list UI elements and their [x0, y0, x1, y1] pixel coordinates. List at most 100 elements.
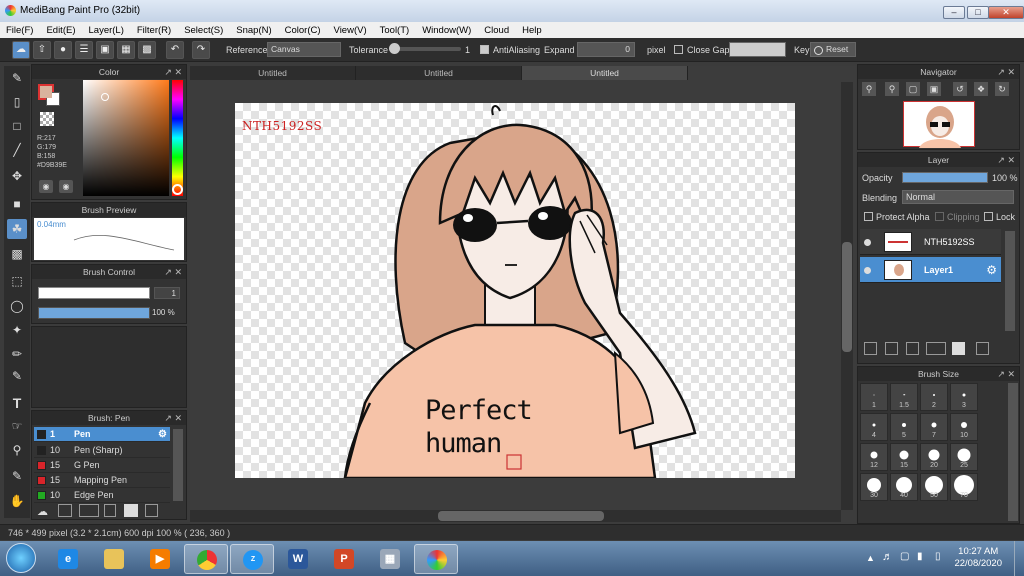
hue-slider-handle[interactable] — [172, 184, 183, 195]
brush-size-cell[interactable]: 50 — [920, 473, 948, 501]
cloud-icon[interactable]: ☁ — [12, 41, 30, 59]
lock-checkbox[interactable] — [984, 212, 993, 221]
hand-pen-tool-icon[interactable]: ✎ — [7, 466, 27, 486]
layer-row[interactable]: Layer1 ⚙ — [860, 257, 1001, 283]
bucket-tool-icon[interactable]: ☘ — [7, 219, 27, 239]
layer-row[interactable]: NTH5192SS — [860, 229, 1001, 255]
vertical-scroll-thumb[interactable] — [842, 242, 852, 352]
word-taskbar-button[interactable]: W — [276, 544, 320, 574]
gradient-tool-icon[interactable]: ▩ — [7, 244, 27, 264]
gear-icon[interactable]: ⚙ — [158, 427, 167, 442]
brush-size-value[interactable]: 1 — [154, 287, 180, 299]
protect-alpha-checkbox[interactable] — [864, 212, 873, 221]
grid-icon[interactable]: ▩ — [138, 41, 156, 59]
folder-icon[interactable] — [124, 504, 138, 517]
select-eraser-tool-icon[interactable]: ✎ — [7, 366, 27, 386]
panel-buttons[interactable]: ↗ ✕ — [997, 65, 1015, 79]
comment-icon[interactable]: ● — [54, 41, 72, 59]
zalo-taskbar-button[interactable]: Z — [230, 544, 274, 574]
reference-select[interactable]: Canvas — [267, 42, 341, 57]
hand-tool-icon[interactable]: ✋ — [7, 491, 27, 511]
brush-item[interactable]: 1 Pen ⚙ — [34, 427, 170, 442]
tray-app-icon[interactable]: ▢ — [900, 551, 909, 562]
fit-window-icon[interactable]: ▢ — [906, 82, 920, 96]
menu-layer[interactable]: Layer(L) — [89, 25, 124, 36]
palette-icon[interactable]: ◉ — [39, 180, 53, 193]
zoom-out-icon[interactable]: ⚲ — [885, 82, 899, 96]
share-icon[interactable]: ⇧ — [33, 41, 51, 59]
powerpoint-taskbar-button[interactable]: P — [322, 544, 366, 574]
move-tool-icon[interactable]: ✥ — [7, 166, 27, 186]
brush-size-cell[interactable]: 25 — [950, 443, 978, 471]
brush-size-scrollbar[interactable] — [1008, 383, 1018, 521]
brush-size-cell[interactable]: 70 — [950, 473, 978, 501]
magic-wand-tool-icon[interactable]: ✦ — [7, 320, 27, 340]
redo-icon[interactable]: ↷ — [192, 41, 210, 59]
rotate-right-icon[interactable]: ↻ — [995, 82, 1009, 96]
new-layer-icon[interactable] — [864, 342, 877, 355]
fill-icon[interactable]: ▦ — [117, 41, 135, 59]
operation-tool-icon[interactable]: ☞ — [7, 416, 27, 436]
visibility-eye-icon[interactable] — [864, 239, 871, 246]
medibang-taskbar-button[interactable] — [414, 544, 458, 574]
brush-size-cell[interactable]: 2 — [920, 383, 948, 411]
new-halftone-layer-icon[interactable] — [885, 342, 898, 355]
brush-size-cell[interactable]: 20 — [920, 443, 948, 471]
menu-select[interactable]: Select(S) — [184, 25, 223, 36]
tolerance-slider-handle[interactable] — [389, 43, 400, 54]
tray-arrow-icon[interactable]: ▲ — [866, 553, 875, 563]
brush-size-cell[interactable]: 1 — [860, 383, 888, 411]
gear-icon[interactable]: ⚙ — [986, 263, 997, 277]
menu-color[interactable]: Color(C) — [285, 25, 321, 36]
panel-buttons[interactable]: ↗ ✕ — [997, 367, 1015, 381]
brush-size-cell[interactable]: 4 — [860, 413, 888, 441]
text-tool-icon[interactable]: T — [7, 393, 27, 413]
close-gaps-checkbox[interactable] — [674, 45, 683, 54]
layer-list-scrollbar[interactable] — [1005, 231, 1015, 331]
minimize-button[interactable]: – — [943, 6, 965, 19]
start-button[interactable] — [6, 543, 36, 573]
menu-snap[interactable]: Snap(N) — [236, 25, 271, 36]
eyedropper-tool-icon[interactable]: ⚲ — [7, 440, 27, 460]
hue-slider[interactable] — [172, 80, 183, 196]
blending-select[interactable]: Normal — [902, 190, 1014, 204]
select-rect-tool-icon[interactable]: ⬚ — [7, 271, 27, 291]
palette-add-icon[interactable]: ◉ — [59, 180, 73, 193]
color-picker-handle[interactable] — [101, 93, 109, 101]
brush-size-cell[interactable]: 5 — [890, 413, 918, 441]
menu-tool[interactable]: Tool(T) — [380, 25, 410, 36]
tab-untitled-1[interactable]: Untitled — [190, 66, 356, 80]
menu-window[interactable]: Window(W) — [422, 25, 471, 36]
navigator-preview[interactable] — [903, 101, 975, 148]
calculator-taskbar-button[interactable]: ▦ — [368, 544, 412, 574]
undo-icon[interactable]: ↶ — [166, 41, 184, 59]
brush-size-cell[interactable]: 40 — [890, 473, 918, 501]
brush-size-cell[interactable]: 7 — [920, 413, 948, 441]
show-desktop-button[interactable] — [1014, 541, 1024, 576]
eraser-tool-icon[interactable]: ▯ — [7, 92, 27, 112]
line-tool-icon[interactable]: ╱ — [7, 140, 27, 160]
expand-input[interactable]: 0 — [577, 42, 635, 57]
saturation-value-picker[interactable] — [83, 80, 169, 196]
tab-untitled-2[interactable]: Untitled — [356, 66, 522, 80]
brush-size-cell[interactable]: 1.5 — [890, 383, 918, 411]
horizontal-scroll-thumb[interactable] — [438, 511, 604, 521]
maximize-button[interactable]: □ — [967, 6, 989, 19]
system-clock[interactable]: 10:27 AM 22/08/2020 — [954, 546, 1002, 570]
drawing-canvas[interactable]: NTH5192SS Perfect human — [235, 103, 795, 478]
add-layer-menu-icon[interactable] — [926, 342, 946, 355]
panel-buttons[interactable]: ↗ ✕ — [997, 153, 1015, 167]
close-button[interactable]: ✕ — [988, 6, 1024, 19]
menu-view[interactable]: View(V) — [334, 25, 367, 36]
actual-size-icon[interactable]: ▣ — [927, 82, 941, 96]
menu-help[interactable]: Help — [522, 25, 542, 36]
brush-size-cell[interactable]: 10 — [950, 413, 978, 441]
brush-size-cell[interactable]: 3 — [950, 383, 978, 411]
clipping-checkbox[interactable] — [935, 212, 944, 221]
close-gaps-input[interactable] — [729, 42, 786, 57]
duplicate-icon[interactable] — [145, 504, 158, 517]
brush-tool-icon[interactable]: ✎ — [7, 68, 27, 88]
menu-filter[interactable]: Filter(R) — [137, 25, 171, 36]
brush-item[interactable]: 15 Mapping Pen — [34, 473, 170, 488]
volume-icon[interactable]: ♬ — [882, 551, 893, 563]
